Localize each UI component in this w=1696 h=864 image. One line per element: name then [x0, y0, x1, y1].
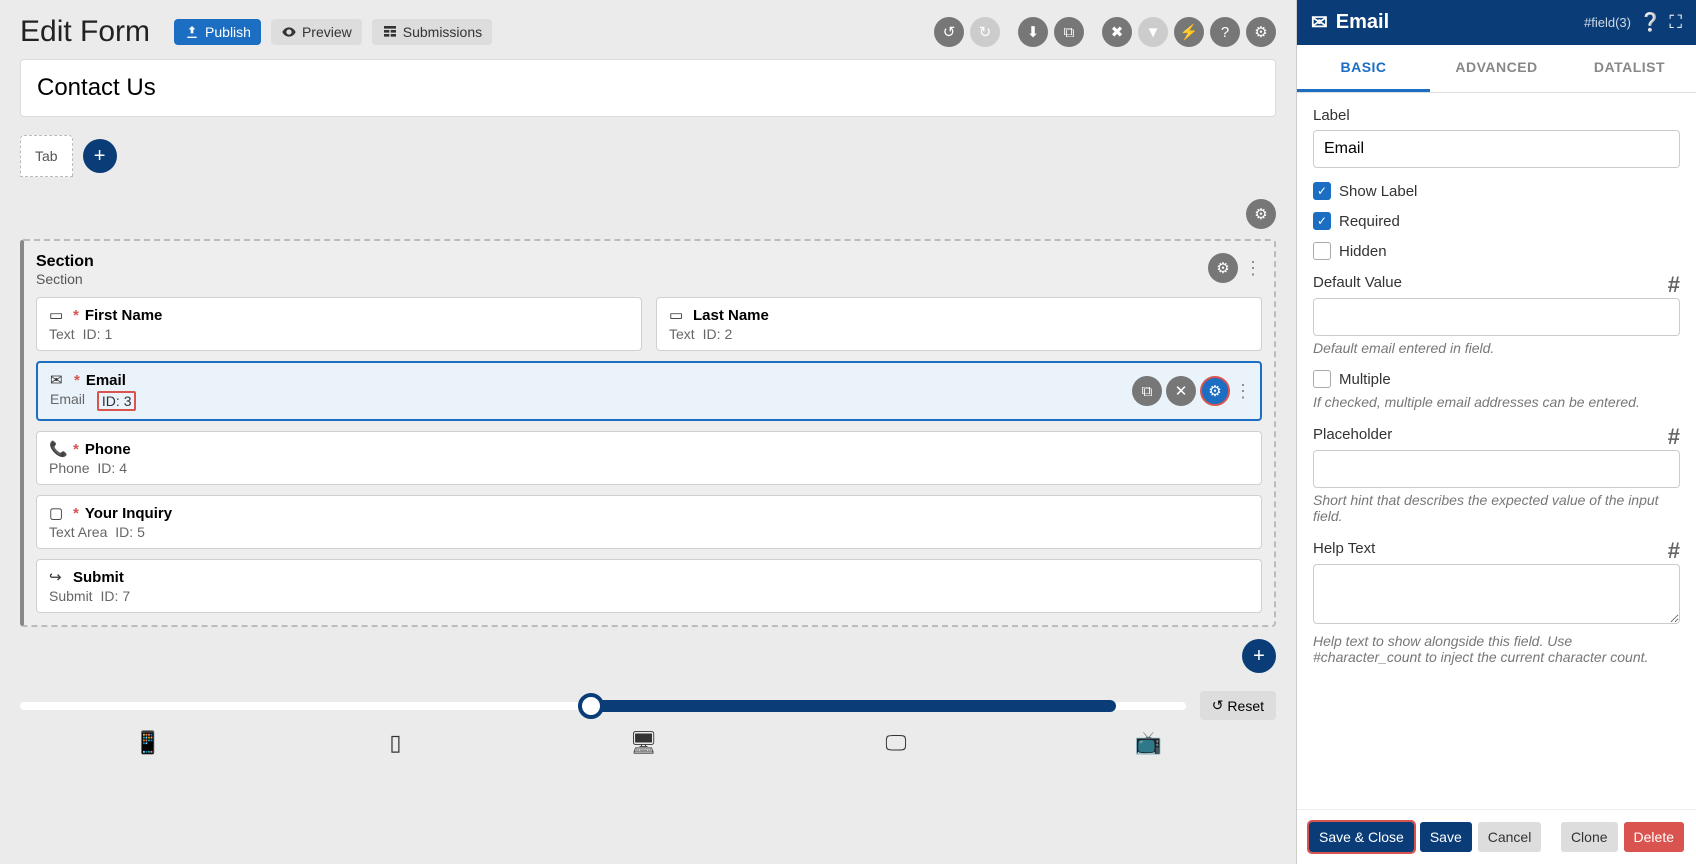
text-icon: ▭	[669, 306, 687, 324]
clone-field-icon[interactable]: ⧉	[1132, 376, 1162, 406]
publish-button[interactable]: Publish	[174, 19, 261, 45]
width-slider[interactable]	[20, 702, 1186, 710]
field-email[interactable]: ✉ * Email Email ID: 3 ⧉ ✕ ⚙ ⋮	[36, 361, 1262, 421]
field-id-text: #field(3)	[1584, 15, 1631, 30]
phone-icon: 📞	[49, 440, 67, 458]
required-checkbox[interactable]: ✓	[1313, 212, 1331, 230]
page-title: Edit Form	[20, 15, 150, 49]
phone-device-icon[interactable]: 📱	[134, 730, 161, 756]
field-first-name[interactable]: ▭ * First Name Text ID: 1	[36, 297, 642, 351]
submit-icon: ↪	[49, 568, 67, 586]
drag-handle-icon[interactable]: ⋮	[1234, 388, 1252, 394]
redo-icon: ↻	[970, 17, 1000, 47]
multiple-help: If checked, multiple email addresses can…	[1313, 394, 1680, 410]
settings-icon[interactable]: ⚙	[1246, 17, 1276, 47]
tab-datalist[interactable]: DATALIST	[1563, 45, 1696, 92]
tab-basic[interactable]: BASIC	[1297, 45, 1430, 92]
preview-button[interactable]: Preview	[271, 19, 362, 45]
section-title: Section	[36, 253, 94, 271]
screen-icon[interactable]: ⧉	[1054, 17, 1084, 47]
multiple-checkbox[interactable]	[1313, 370, 1331, 388]
top-header: Edit Form Publish Preview Submissions ↺ …	[20, 0, 1276, 59]
tv-device-icon[interactable]: 📺	[1135, 730, 1162, 756]
tab-item[interactable]: Tab	[20, 135, 73, 177]
field-submit[interactable]: ↪ Submit Submit ID: 7	[36, 559, 1262, 613]
email-icon: ✉	[50, 371, 68, 389]
default-value-label: Default Value	[1313, 274, 1402, 291]
hash-icon[interactable]: #	[1668, 424, 1680, 450]
field-inquiry[interactable]: ▢ * Your Inquiry Text Area ID: 5	[36, 495, 1262, 549]
default-value-help: Default email entered in field.	[1313, 340, 1680, 356]
form-title-input[interactable]: Contact Us	[20, 59, 1276, 117]
hidden-checkbox[interactable]	[1313, 242, 1331, 260]
expand-icon[interactable]: ⛶	[1669, 12, 1682, 33]
tab-advanced[interactable]: ADVANCED	[1430, 45, 1563, 92]
tab-settings-icon[interactable]: ⚙	[1246, 199, 1276, 229]
section-box: Section Section ⚙ ⋮ ▭ * First Name Text …	[20, 239, 1276, 627]
show-label-checkbox[interactable]: ✓	[1313, 182, 1331, 200]
table-icon	[382, 24, 398, 40]
placeholder-help: Short hint that describes the expected v…	[1313, 492, 1680, 524]
bolt-icon[interactable]: ⚡	[1174, 17, 1204, 47]
field-last-name[interactable]: ▭ Last Name Text ID: 2	[656, 297, 1262, 351]
clone-button[interactable]: Clone	[1561, 822, 1618, 852]
filter-icon: ▼	[1138, 17, 1168, 47]
hash-icon[interactable]: #	[1668, 538, 1680, 564]
required-star: *	[73, 307, 79, 324]
save-close-button[interactable]: Save & Close	[1309, 822, 1414, 852]
laptop-device-icon[interactable]: 🖥	[629, 730, 657, 756]
panel-header: ✉ Email #field(3) ❔ ⛶	[1297, 0, 1696, 45]
label-input[interactable]	[1313, 130, 1680, 168]
undo-icon[interactable]: ↺	[934, 17, 964, 47]
id-highlight: ID: 3	[97, 391, 137, 411]
delete-button[interactable]: Delete	[1624, 822, 1684, 852]
field-properties-panel: ✉ Email #field(3) ❔ ⛶ BASIC ADVANCED DAT…	[1296, 0, 1696, 864]
required-star: *	[74, 372, 80, 389]
slider-thumb[interactable]	[578, 693, 604, 719]
save-button[interactable]: Save	[1420, 822, 1472, 852]
tools-icon[interactable]: ✖	[1102, 17, 1132, 47]
email-icon: ✉	[1311, 10, 1328, 35]
help-icon[interactable]: ❔	[1639, 12, 1661, 33]
helptext-input[interactable]	[1313, 564, 1680, 624]
required-star: *	[73, 441, 79, 458]
desktop-device-icon[interactable]: 🖵	[885, 730, 906, 756]
cancel-button[interactable]: Cancel	[1478, 822, 1542, 852]
helptext-help: Help text to show alongside this field. …	[1313, 633, 1680, 665]
default-value-input[interactable]	[1313, 298, 1680, 336]
required-star: *	[73, 505, 79, 522]
placeholder-label: Placeholder	[1313, 426, 1392, 443]
add-tab-button[interactable]: +	[83, 139, 117, 173]
label-label: Label	[1313, 107, 1680, 124]
tablet-device-icon[interactable]: ▯	[389, 730, 401, 756]
help-icon[interactable]: ?	[1210, 17, 1240, 47]
submissions-button[interactable]: Submissions	[372, 19, 492, 45]
reset-button[interactable]: ↺ Reset	[1200, 691, 1276, 720]
upload-icon	[184, 24, 200, 40]
textarea-icon: ▢	[49, 504, 67, 522]
helptext-label: Help Text	[1313, 540, 1375, 557]
section-settings-icon[interactable]: ⚙	[1208, 253, 1238, 283]
download-icon[interactable]: ⬇	[1018, 17, 1048, 47]
delete-field-icon[interactable]: ✕	[1166, 376, 1196, 406]
text-icon: ▭	[49, 306, 67, 324]
field-phone[interactable]: 📞 * Phone Phone ID: 4	[36, 431, 1262, 485]
hash-icon[interactable]: #	[1668, 272, 1680, 298]
drag-handle-icon[interactable]: ⋮	[1244, 265, 1262, 271]
eye-icon	[281, 24, 297, 40]
add-section-button[interactable]: +	[1242, 639, 1276, 673]
section-subtitle: Section	[36, 271, 94, 287]
placeholder-input[interactable]	[1313, 450, 1680, 488]
field-settings-icon[interactable]: ⚙	[1200, 376, 1230, 406]
